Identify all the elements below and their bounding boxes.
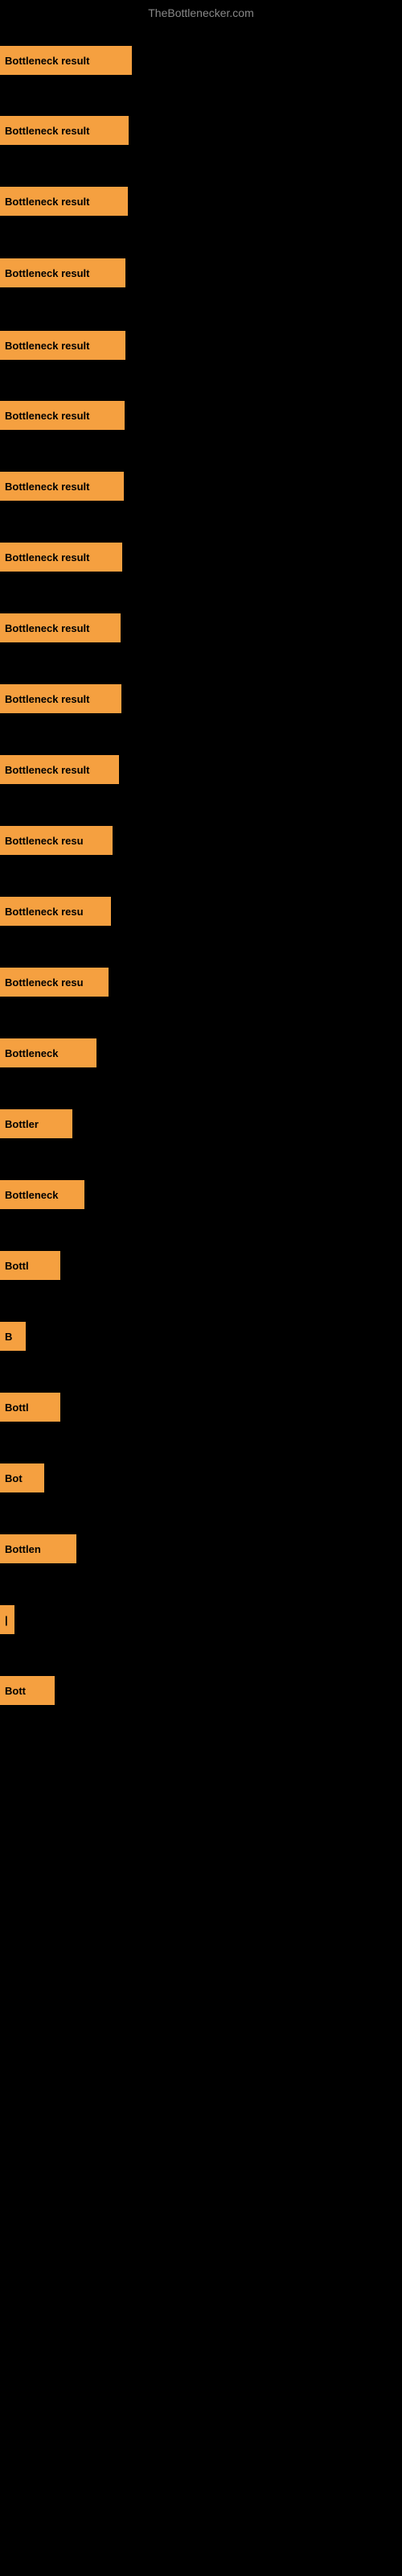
bottleneck-result-item: Bot — [0, 1463, 44, 1492]
bottleneck-result-item: Bottlen — [0, 1534, 76, 1563]
bottleneck-result-item: Bottleneck — [0, 1180, 84, 1209]
bottleneck-result-item: Bottleneck result — [0, 755, 119, 784]
bottleneck-result-item: Bottl — [0, 1251, 60, 1280]
bottleneck-result-item: Bottleneck result — [0, 472, 124, 501]
bottleneck-result-item: Bottleneck resu — [0, 968, 109, 997]
bottleneck-result-item: Bottleneck resu — [0, 826, 113, 855]
bottleneck-result-item: | — [0, 1605, 14, 1634]
bottleneck-result-item: Bottl — [0, 1393, 60, 1422]
bottleneck-result-item: Bottleneck result — [0, 258, 125, 287]
bottleneck-result-item: Bottleneck result — [0, 401, 125, 430]
bottleneck-result-item: Bottleneck result — [0, 331, 125, 360]
bottleneck-result-item: Bottleneck — [0, 1038, 96, 1067]
bottleneck-result-item: Bottleneck result — [0, 187, 128, 216]
bottleneck-result-item: Bottler — [0, 1109, 72, 1138]
bottleneck-result-item: Bottleneck result — [0, 684, 121, 713]
bottleneck-result-item: Bott — [0, 1676, 55, 1705]
site-title: TheBottlenecker.com — [0, 0, 402, 26]
bottleneck-result-item: Bottleneck result — [0, 543, 122, 572]
bottleneck-result-item: Bottleneck resu — [0, 897, 111, 926]
bottleneck-result-item: Bottleneck result — [0, 613, 121, 642]
bottleneck-result-item: B — [0, 1322, 26, 1351]
bottleneck-result-item: Bottleneck result — [0, 116, 129, 145]
bottleneck-result-item: Bottleneck result — [0, 46, 132, 75]
